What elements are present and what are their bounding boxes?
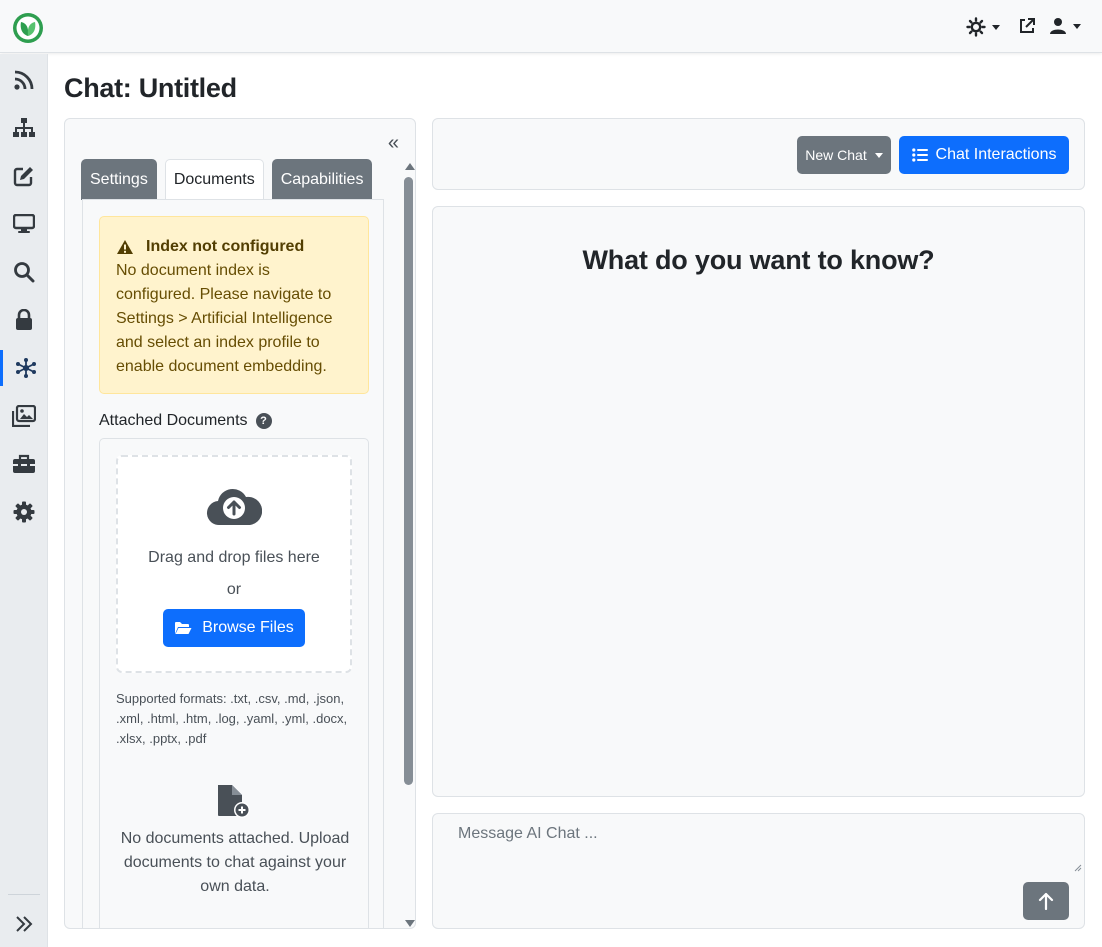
new-chat-label: New Chat [805,147,867,163]
chat-welcome-heading: What do you want to know? [582,245,935,275]
scroll-down-arrow-icon[interactable] [405,920,415,927]
folder-open-icon [175,622,192,634]
user-icon [1050,18,1066,34]
alert-title: Index not configured [116,235,352,259]
sitemap-icon [13,118,35,137]
chevron-down-icon [874,152,883,158]
message-input[interactable] [434,815,1083,875]
list-icon [911,148,928,162]
help-icon[interactable]: ? [255,413,272,429]
browse-files-button[interactable]: Browse Files [163,609,305,647]
tab-settings[interactable]: Settings [81,159,157,200]
search-icon [14,262,35,283]
page-title: Chat: Untitled [64,73,237,103]
rss-icon [14,70,34,90]
chevron-down-icon [1073,23,1081,29]
arrow-up-icon [1038,892,1054,910]
leaf-logo-icon[interactable] [12,12,44,44]
attached-documents-label: Attached Documents ? [99,412,272,430]
supported-formats-text: Supported formats: .txt, .csv, .md, .jso… [116,691,348,746]
sidebar-item-settings[interactable] [0,494,48,530]
sidebar [0,54,48,947]
new-chat-button[interactable]: New Chat [797,136,891,174]
lock-icon [16,309,32,330]
chat-messages-area: What do you want to know? [432,206,1085,797]
sidebar-item-security[interactable] [0,302,48,338]
sidebar-item-editor[interactable] [0,158,48,194]
sidebar-item-sitemap[interactable] [0,110,48,146]
desktop-icon [13,214,35,233]
file-dropzone[interactable]: Drag and drop files here or Browse Files [116,455,352,673]
sidebar-item-search[interactable] [0,254,48,290]
chevron-down-icon [992,24,1000,30]
dropzone-text: Drag and drop files here [148,549,320,566]
sidebar-item-gallery[interactable] [0,398,48,434]
toolbox-icon [13,454,35,473]
dropzone-or: or [226,581,242,598]
scroll-up-arrow-icon[interactable] [405,163,415,170]
collapse-panel-button[interactable]: « [388,133,399,153]
double-chevron-right-icon [16,916,33,932]
scrollbar-thumb[interactable] [404,177,413,785]
cloud-upload-icon [207,488,262,526]
documents-tab-content: Index not configured No document index i… [82,199,384,928]
images-icon [12,405,36,427]
message-composer [432,813,1085,929]
send-button[interactable] [1023,882,1069,920]
chat-interactions-label: Chat Interactions [935,146,1057,163]
open-external-button[interactable] [1018,17,1036,35]
sidebar-expand-button[interactable] [0,906,48,942]
sidebar-item-display[interactable] [0,206,48,242]
edit-icon [13,167,33,187]
no-documents-message: No documents attached. Upload documents … [120,830,350,895]
tab-documents[interactable]: Documents [164,159,264,200]
tab-capabilities[interactable]: Capabilities [271,159,373,200]
sidebar-item-feeds[interactable] [0,62,48,98]
panel-scrollbar[interactable] [403,161,415,928]
attached-documents-text: Attached Documents [99,412,248,429]
warning-icon [117,240,133,254]
sidebar-divider [8,894,40,895]
top-navbar [0,0,1102,53]
alert-body: No document index is configured. Please … [116,262,333,375]
file-add-icon [218,785,250,818]
gear-icon [13,501,35,523]
network-icon [15,358,36,378]
resize-grip-icon[interactable] [1072,862,1082,872]
user-menu[interactable] [1049,17,1081,35]
chat-settings-panel: « Settings Documents Capabilities Index … [64,118,416,929]
chat-toolbar: New Chat Chat Interactions [432,118,1085,190]
sun-icon [966,17,986,37]
index-warning-alert: Index not configured No document index i… [99,216,369,394]
chat-interactions-button[interactable]: Chat Interactions [899,136,1069,174]
panel-tabs: Settings Documents Capabilities [81,159,373,200]
browse-files-label: Browse Files [202,619,294,636]
alert-title-text: Index not configured [146,238,305,255]
documents-card: Drag and drop files here or Browse Files… [99,438,369,928]
sidebar-item-ai[interactable] [0,350,48,386]
external-link-icon [1020,18,1035,33]
theme-dropdown[interactable] [966,17,1000,37]
sidebar-item-tools[interactable] [0,446,48,482]
